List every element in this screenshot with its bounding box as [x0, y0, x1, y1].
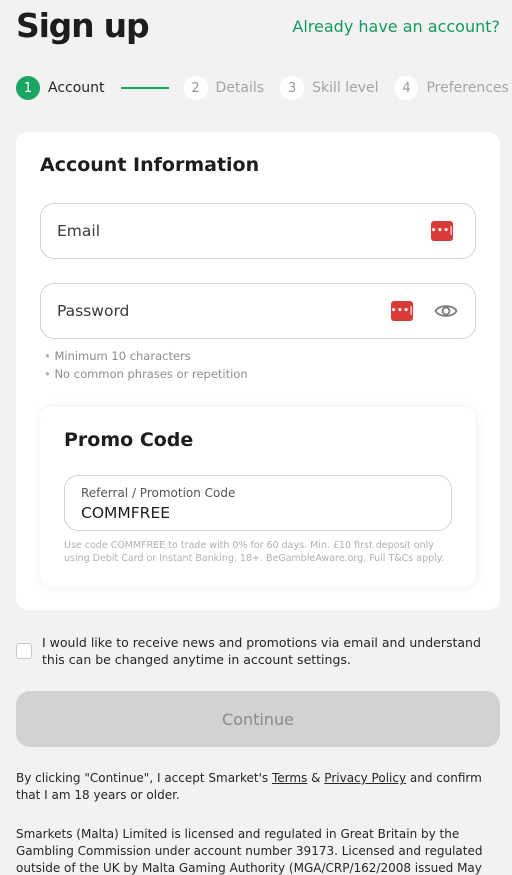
password-hint: Minimum 10 characters [44, 347, 248, 365]
password-input[interactable] [57, 284, 377, 338]
promo-code-label: Referral / Promotion Code [81, 486, 236, 500]
step-number: 4 [394, 76, 419, 100]
terms-link[interactable]: Terms [272, 771, 307, 785]
step-details: 2 Details [183, 76, 265, 100]
terms-prefix: By clicking "Continue", I accept Smarket… [16, 771, 272, 785]
step-label: Preferences [426, 80, 509, 96]
step-number: 3 [280, 76, 305, 100]
promo-terms: Use code COMMFREE to trade with 0% for 6… [64, 540, 445, 564]
terms-and: & [307, 771, 325, 785]
marketing-consent-label[interactable]: I would like to receive news and promoti… [42, 634, 496, 668]
password-field: •••| [40, 283, 476, 339]
step-preferences: 4 Preferences [394, 76, 509, 100]
login-link[interactable]: Already have an account? [292, 17, 500, 36]
step-label: Account [48, 80, 105, 96]
marketing-consent-checkbox[interactable] [16, 643, 32, 659]
email-field: •••| [40, 203, 476, 259]
step-number: 2 [183, 76, 208, 100]
promo-code-input[interactable] [81, 501, 421, 525]
password-manager-icon[interactable]: •••| [431, 221, 453, 241]
step-label: Details [215, 80, 265, 96]
step-account: 1 Account [16, 76, 105, 100]
password-requirements: Minimum 10 characters No common phrases … [44, 347, 248, 383]
password-manager-icon[interactable]: •••| [391, 301, 413, 321]
account-card: Account Information •••| •••| Minimum 10… [16, 132, 500, 610]
step-skill-level: 3 Skill level [280, 76, 378, 100]
eye-icon[interactable] [434, 301, 458, 321]
step-number: 1 [16, 76, 40, 100]
terms-notice: By clicking "Continue", I accept Smarket… [16, 770, 498, 804]
header: Sign up Already have an account? [16, 6, 500, 45]
promo-code-title: Promo Code [64, 429, 194, 451]
page-title: Sign up [16, 6, 150, 45]
license-notice: Smarkets (Malta) Limited is licensed and… [16, 827, 483, 875]
step-progress-line [120, 87, 169, 89]
account-card-title: Account Information [40, 154, 260, 176]
continue-button[interactable]: Continue [16, 691, 500, 747]
step-label: Skill level [312, 80, 379, 96]
promo-code-panel: Promo Code Referral / Promotion Code Use… [40, 407, 476, 587]
password-hint: No common phrases or repetition [44, 365, 247, 383]
privacy-policy-link[interactable]: Privacy Policy [324, 771, 406, 785]
promo-code-field: Referral / Promotion Code [64, 475, 452, 531]
email-input[interactable] [57, 204, 377, 258]
stepper: 1 Account 2 Details 3 Skill level 4 Pref… [16, 76, 509, 100]
marketing-consent: I would like to receive news and promoti… [16, 634, 496, 668]
